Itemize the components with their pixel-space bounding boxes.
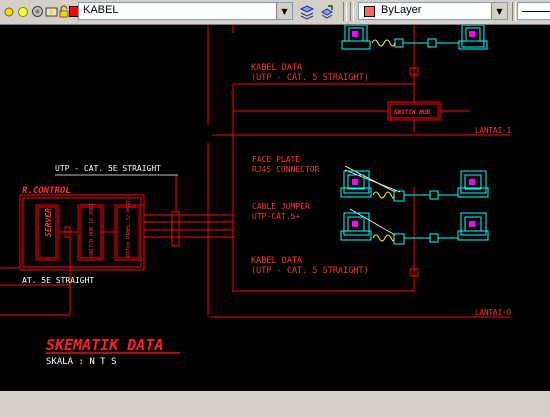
toolbar-separator bbox=[350, 2, 354, 21]
label-switch-hub: SWITCH HUB bbox=[394, 109, 431, 116]
toolbar-separator bbox=[512, 2, 516, 21]
toolbar-separator bbox=[343, 2, 347, 21]
linetype-preview bbox=[522, 11, 550, 12]
layer-state-icon[interactable] bbox=[2, 3, 16, 20]
label-face-plate: FACE PLATE bbox=[252, 155, 300, 164]
layer-viewport-icon[interactable] bbox=[44, 3, 58, 20]
layer-freeze-icon[interactable] bbox=[30, 3, 44, 20]
label-utp-cat5-plus: UTP-CAT.5+ bbox=[252, 212, 300, 221]
make-object-layer-current-icon[interactable] bbox=[298, 3, 316, 20]
label-utp-cat5e-top: UTP - CAT. 5E STRAIGHT bbox=[55, 164, 161, 173]
label-lantai-1: LANTAI-1 bbox=[475, 126, 511, 135]
drawing-area[interactable]: KABEL DATA (UTP - CAT. 5 STRAIGHT) SWITC… bbox=[0, 24, 550, 391]
color-swatch-icon bbox=[364, 6, 375, 17]
label-cable-jumper: CABLE JUMPER bbox=[252, 202, 310, 211]
label-rj45-connector: RJ45 CONNECTOR bbox=[252, 165, 320, 174]
label-kabel-data-top: KABEL DATA bbox=[251, 63, 302, 73]
chevron-down-icon[interactable]: ▼ bbox=[276, 3, 292, 19]
label-utp-cat5e-bottom: AT. 5E STRAIGHT bbox=[22, 276, 94, 285]
label-utp-cat5-top: (UTP - CAT. 5 STRAIGHT) bbox=[251, 73, 369, 83]
layer-previous-icon[interactable] bbox=[318, 3, 336, 20]
command-line-area[interactable] bbox=[0, 391, 550, 417]
layer-combo-value: KABEL bbox=[83, 4, 119, 16]
drawing-svg[interactable]: KABEL DATA (UTP - CAT. 5 STRAIGHT) SWITC… bbox=[0, 24, 550, 391]
linetype-combo[interactable] bbox=[517, 2, 550, 20]
label-server: SERVER bbox=[44, 208, 53, 237]
label-switch-hub-16port: SWITCH HUB 16 PORT bbox=[89, 203, 95, 257]
label-patch-panel-32port: PATCH PANEL 32 PORT bbox=[126, 200, 132, 257]
drawing-title: SKEMATIK DATA bbox=[46, 336, 163, 354]
layer-combo[interactable]: KABEL ▼ bbox=[78, 2, 293, 20]
label-r-control: R.CONTROL bbox=[22, 186, 71, 196]
color-combo-value: ByLayer bbox=[381, 4, 422, 16]
layers-toolbar: KABEL ▼ ByLayer ▼ bbox=[0, 0, 550, 25]
label-utp-cat5-bottom: (UTP - CAT. 5 STRAIGHT) bbox=[251, 266, 369, 276]
layer-on-icon[interactable] bbox=[16, 3, 30, 20]
label-kabel-data-bottom: KABEL DATA bbox=[251, 256, 302, 266]
chevron-down-icon[interactable]: ▼ bbox=[491, 3, 507, 19]
drawing-scale: SKALA : N T S bbox=[46, 357, 116, 367]
label-lantai-0: LANTAI-0 bbox=[475, 308, 512, 317]
color-combo[interactable]: ByLayer ▼ bbox=[358, 2, 508, 20]
